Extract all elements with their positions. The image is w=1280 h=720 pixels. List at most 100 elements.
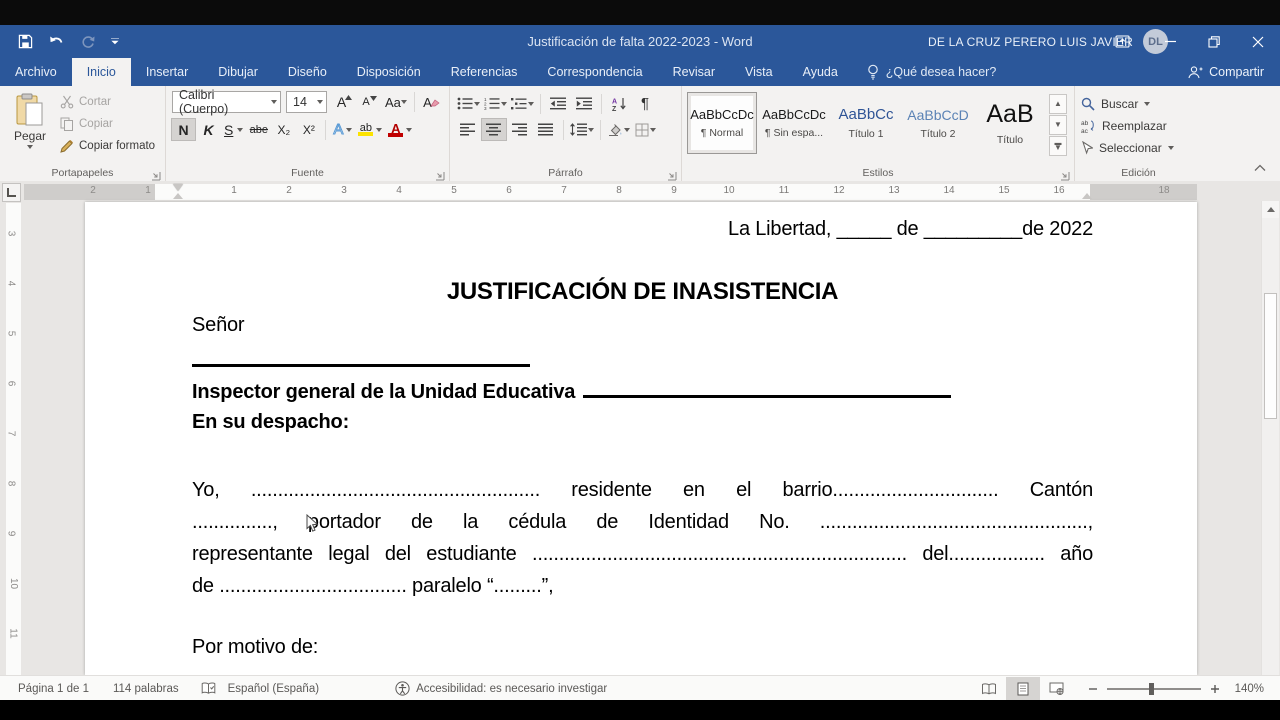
account-area[interactable]: DE LA CRUZ PERERO LUIS JAVIER DL	[928, 25, 1168, 58]
hanging-indent-marker[interactable]	[173, 193, 183, 199]
font-size-combobox[interactable]: 14	[286, 91, 327, 113]
inspector-line[interactable]: Inspector general de la Unidad Educativa	[192, 379, 951, 404]
undo-icon[interactable]	[48, 34, 65, 49]
tab-insertar[interactable]: Insertar	[131, 58, 203, 86]
style-titulo-1[interactable]: AaBbCc Título 1	[832, 93, 900, 153]
strikethrough-button[interactable]: abe	[247, 119, 270, 140]
bullets-button[interactable]	[456, 93, 481, 114]
ribbon-display-options-icon[interactable]	[1115, 25, 1130, 58]
zoom-out-icon[interactable]	[1088, 684, 1098, 694]
zoom-slider-thumb[interactable]	[1149, 683, 1154, 695]
text-effects-button[interactable]: A	[331, 119, 354, 140]
restore-button[interactable]	[1192, 25, 1236, 58]
style-sin-espaciado[interactable]: AaBbCcDc ¶ Sin espa...	[760, 93, 828, 153]
clear-formatting-button[interactable]: A	[420, 92, 443, 113]
format-painter-button[interactable]: Copiar formato	[60, 137, 155, 155]
body-paragraph[interactable]: Yo, ....................................…	[192, 474, 1093, 602]
change-case-button[interactable]: Aa	[383, 92, 409, 113]
salutation[interactable]: Señor	[192, 314, 244, 337]
zoom-in-icon[interactable]	[1210, 684, 1220, 694]
style-titulo[interactable]: AaB Título	[976, 93, 1044, 153]
justify-button[interactable]	[534, 119, 558, 140]
accessibility-status[interactable]: Accesibilidad: es necesario investigar	[395, 681, 607, 696]
sort-button[interactable]: AZ	[607, 93, 631, 114]
redo-icon[interactable]	[80, 34, 96, 49]
tab-ayuda[interactable]: Ayuda	[788, 58, 853, 86]
vertical-ruler[interactable]: 34567891011	[6, 203, 21, 675]
show-marks-button[interactable]: ¶	[633, 93, 657, 114]
web-layout-icon[interactable]	[1040, 677, 1074, 701]
paste-dropdown-icon[interactable]	[27, 145, 33, 149]
share-button[interactable]: Compartir	[1171, 58, 1280, 86]
styles-dialog-launcher[interactable]	[1060, 168, 1070, 178]
tab-diseno[interactable]: Diseño	[273, 58, 342, 86]
italic-button[interactable]: K	[197, 119, 220, 140]
horizontal-ruler[interactable]: 211234567891011121314151618	[24, 184, 1197, 200]
save-icon[interactable]	[18, 34, 33, 49]
increase-indent-button[interactable]	[572, 93, 596, 114]
language-indicator[interactable]: Español (España)	[228, 683, 319, 695]
tab-inicio[interactable]: Inicio	[72, 58, 131, 86]
word-count[interactable]: 114 palabras	[113, 683, 179, 695]
style-titulo-2[interactable]: AaBbCcD Título 2	[904, 93, 972, 153]
styles-gallery-expand[interactable]: ▬▼	[1049, 136, 1067, 156]
blank-signature-line[interactable]	[192, 346, 530, 367]
read-mode-icon[interactable]	[972, 677, 1006, 701]
tab-revisar[interactable]: Revisar	[658, 58, 730, 86]
close-button[interactable]	[1236, 25, 1280, 58]
zoom-slider[interactable]	[1107, 688, 1201, 690]
replace-button[interactable]: abac Reemplazar	[1081, 115, 1198, 137]
subscript-button[interactable]: X₂	[272, 119, 295, 140]
bold-button[interactable]: N	[172, 119, 195, 140]
document-page[interactable]: La Libertad, _____ de _________de 2022 J…	[85, 202, 1197, 675]
line-spacing-button[interactable]	[569, 119, 595, 140]
style-normal[interactable]: AaBbCcDc ¶ Normal	[688, 93, 756, 153]
borders-button[interactable]	[633, 119, 657, 140]
scrollbar-thumb[interactable]	[1264, 293, 1277, 419]
styles-scroll-down[interactable]: ▼	[1049, 115, 1067, 135]
align-right-button[interactable]	[508, 119, 532, 140]
tab-vista[interactable]: Vista	[730, 58, 788, 86]
tab-disposicion[interactable]: Disposición	[342, 58, 436, 86]
scroll-up-arrow-icon[interactable]	[1262, 201, 1279, 218]
customize-qat-icon[interactable]	[111, 38, 119, 46]
styles-scroll-up[interactable]: ▲	[1049, 94, 1067, 114]
paragraph-dialog-launcher[interactable]	[667, 168, 677, 178]
tell-me-box[interactable]: ¿Qué desea hacer?	[853, 58, 1011, 86]
tab-archivo[interactable]: Archivo	[0, 58, 72, 86]
first-line-indent-marker[interactable]	[173, 184, 183, 191]
shrink-font-button[interactable]: A	[358, 92, 381, 113]
superscript-button[interactable]: X²	[297, 119, 320, 140]
align-center-button[interactable]	[482, 119, 506, 140]
decrease-indent-button[interactable]	[546, 93, 570, 114]
date-line[interactable]: La Libertad, _____ de _________de 2022	[185, 218, 1093, 241]
copy-button[interactable]: Copiar	[60, 115, 155, 133]
font-dialog-launcher[interactable]	[435, 168, 445, 178]
shading-button[interactable]	[606, 119, 631, 140]
cut-button[interactable]: Cortar	[60, 93, 155, 111]
right-indent-marker[interactable]	[1082, 193, 1092, 199]
proofing-icon[interactable]	[201, 682, 216, 695]
collapse-ribbon-icon[interactable]	[1254, 159, 1266, 177]
por-motivo-line[interactable]: Por motivo de:	[192, 636, 318, 659]
select-button[interactable]: Seleccionar	[1081, 137, 1198, 159]
page-indicator[interactable]: Página 1 de 1	[18, 683, 89, 695]
numbering-button[interactable]: 123	[483, 93, 508, 114]
underline-button[interactable]: S	[222, 119, 245, 140]
paste-button[interactable]: Pegar	[6, 91, 54, 165]
zoom-level[interactable]: 140%	[1235, 683, 1264, 695]
despacho-line[interactable]: En su despacho:	[192, 411, 349, 434]
highlight-color-button[interactable]: ab	[356, 119, 384, 140]
print-layout-icon[interactable]	[1006, 677, 1040, 701]
font-color-button[interactable]: A	[386, 119, 414, 140]
tab-selector[interactable]	[2, 183, 21, 202]
tab-referencias[interactable]: Referencias	[436, 58, 533, 86]
find-button[interactable]: Buscar	[1081, 93, 1198, 115]
font-name-combobox[interactable]: Calibri (Cuerpo)	[172, 91, 281, 113]
multilevel-list-button[interactable]	[510, 93, 535, 114]
vertical-scrollbar[interactable]	[1261, 201, 1279, 675]
align-left-button[interactable]	[456, 119, 480, 140]
grow-font-button[interactable]: A	[333, 92, 356, 113]
clipboard-dialog-launcher[interactable]	[151, 168, 161, 178]
minimize-button[interactable]	[1148, 25, 1192, 58]
